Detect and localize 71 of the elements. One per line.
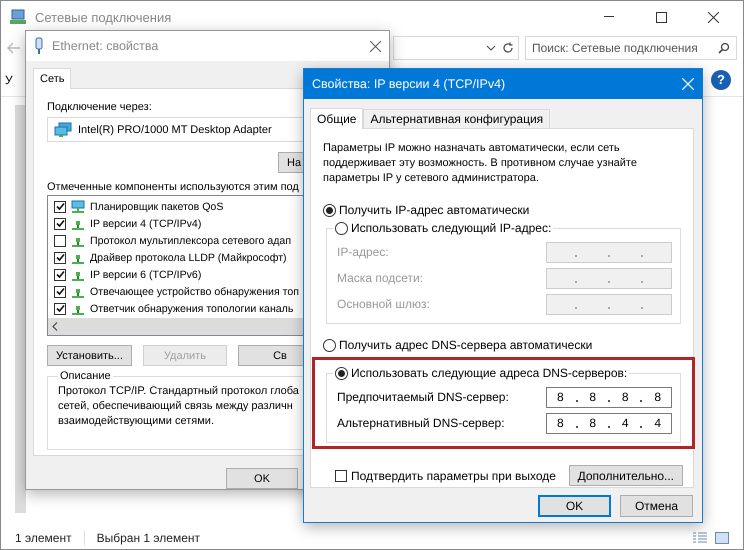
component-name[interactable]: Отвечающее устройство обнаружения топ (90, 286, 300, 298)
dialog-title: Ethernet: свойства (52, 39, 160, 53)
component-name[interactable]: Драйвер протокола LLDP (Майкрософт) (90, 252, 287, 264)
section-label: Подключение через: (47, 101, 153, 113)
checkbox[interactable] (335, 470, 347, 482)
radio-button[interactable] (323, 204, 336, 216)
section-label: Отмеченные компоненты используются этим под (47, 181, 300, 193)
radio-label: Использовать следующий IP-адрес: (351, 221, 552, 235)
radio-label: Получить IP-адрес автоматически (339, 203, 530, 217)
radio-button[interactable] (335, 222, 348, 234)
navigation-pane-scrollbar[interactable] (15, 105, 26, 513)
radio-label: Использовать следующие адреса DNS-серверов: (351, 366, 628, 380)
configure-button[interactable]: На (278, 152, 304, 173)
radio-button[interactable] (335, 366, 348, 380)
search-field[interactable]: Поиск: Сетевые подключения (525, 36, 737, 60)
help-button[interactable]: ? (711, 70, 731, 90)
advanced-button[interactable]: Дополнительно... (568, 465, 683, 486)
checkbox[interactable] (54, 218, 66, 230)
field-label: Предпочитаемый DNS-сервер: (337, 390, 509, 404)
status-text: Выбран 1 элемент (96, 531, 200, 545)
close-icon[interactable] (370, 40, 381, 52)
component-name[interactable]: IP версии 6 (TCP/IPv6) (90, 268, 202, 280)
checkbox[interactable] (54, 234, 66, 246)
tab[interactable]: Альтернативная конфигурация (363, 109, 550, 128)
search-icon (718, 42, 730, 54)
radio-label: Получить адрес DNS-сервера автоматически (339, 338, 592, 352)
large-icons-view-icon[interactable] (715, 532, 729, 544)
dialog-title: Свойства: IP версии 4 (TCP/IPv4) (312, 77, 506, 91)
checkbox[interactable] (54, 268, 66, 280)
component-name[interactable]: Протокол мультиплексора сетевого адап (90, 234, 292, 246)
tab[interactable]: Сеть (33, 68, 72, 89)
component-name[interactable]: IP версии 4 (TCP/IPv4) (90, 218, 202, 230)
details-view-icon[interactable] (693, 532, 707, 544)
plug-icon (34, 37, 44, 55)
checkbox[interactable] (54, 252, 66, 264)
checkbox[interactable] (54, 302, 66, 314)
dns-address-field[interactable]: 8 8 4 4 (546, 412, 672, 434)
action-button[interactable]: Св (238, 345, 304, 366)
close-icon (708, 12, 718, 22)
dns-address-field[interactable]: 8 8 8 8 (546, 386, 672, 408)
ok-button[interactable]: OK (226, 468, 298, 489)
status-text: 1 элемент (15, 531, 72, 545)
chevron-down-icon[interactable] (486, 45, 496, 51)
toolbar-menu[interactable]: У (5, 72, 13, 86)
refresh-icon[interactable] (502, 42, 514, 54)
field-label: IP-адрес: (337, 245, 389, 259)
window-title: Сетевые подключения (35, 10, 172, 24)
intro-text: Параметры IP можно назначать автоматически, если сеть поддерживает эту возможность. В противном случае узнайте параметры IP у сетевого администратора. (323, 141, 638, 186)
description-text: Протокол TCP/IP. Стандартный протокол глоба сетей, обеспечивающий связь между различн взаимодействующими сетями. (58, 384, 300, 429)
component-name[interactable]: Ответчик обнаружения топологии каналь (90, 302, 294, 314)
chevron-left-icon[interactable] (52, 322, 58, 331)
group-title: Описание (59, 370, 112, 382)
dialog-button[interactable]: Отмена (620, 495, 693, 517)
dialog-button[interactable]: OK (538, 495, 611, 517)
field-label: Основной шлюз: (337, 297, 430, 311)
radio-button[interactable] (323, 338, 336, 352)
network-adapter-icon (54, 122, 72, 138)
adapter-name: Intel(R) PRO/1000 MT Desktop Adapter (78, 124, 272, 136)
action-button[interactable]: Установить... (47, 345, 132, 366)
checkbox-label: Подтвердить параметры при выходе (351, 468, 556, 482)
component-name[interactable]: Планировщик пакетов QoS (90, 200, 224, 212)
checkbox[interactable] (54, 286, 66, 298)
maximize-icon (656, 12, 666, 22)
field-label: Альтернативный DNS-сервер: (337, 416, 505, 430)
checkbox[interactable] (54, 200, 66, 212)
minimize-icon (604, 16, 614, 18)
network-folder-icon (9, 8, 27, 26)
tab[interactable]: Общие (310, 108, 364, 129)
service-icon (70, 200, 86, 214)
horizontal-scrollbar[interactable] (48, 318, 304, 335)
field-label: Маска подсети: (337, 271, 424, 285)
